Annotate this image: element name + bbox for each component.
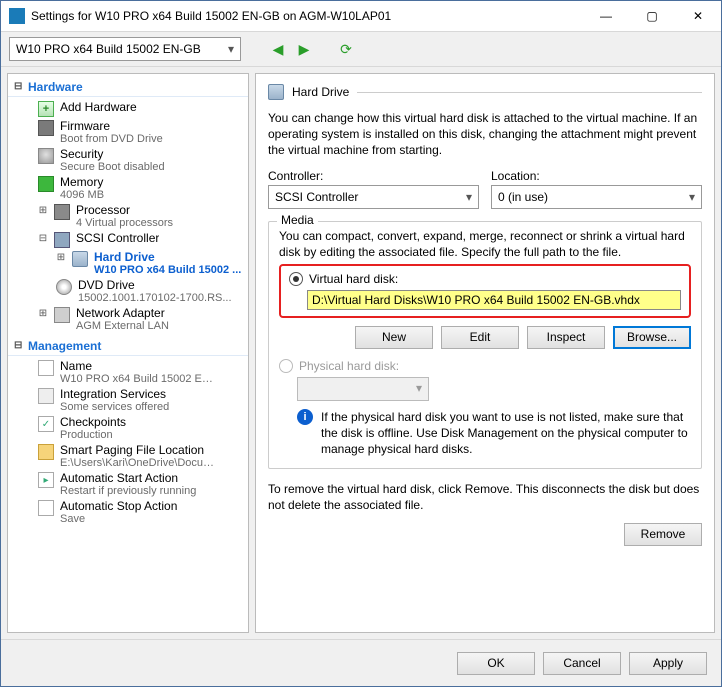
tree-hard-drive[interactable]: ⊞ Hard Drive W10 PRO x64 Build 15002 ... xyxy=(8,249,248,277)
settings-window: Settings for W10 PRO x64 Build 15002 EN-… xyxy=(0,0,722,687)
expand-icon[interactable]: ⊞ xyxy=(56,252,66,263)
toolbar: W10 PRO x64 Build 15002 EN-GB ◀ ▶ ⟳ xyxy=(1,32,721,67)
dialog-footer: OK Cancel Apply xyxy=(1,639,721,686)
next-button[interactable]: ▶ xyxy=(295,40,313,58)
vm-selector[interactable]: W10 PRO x64 Build 15002 EN-GB xyxy=(9,37,241,61)
physical-disk-select xyxy=(297,377,429,401)
tree-smart-paging[interactable]: Smart Paging File Location E:\Users\Kari… xyxy=(8,442,248,470)
autostop-icon xyxy=(38,500,54,516)
controller-select[interactable]: SCSI Controller xyxy=(268,185,479,209)
tree-dvd[interactable]: DVD Drive 15002.1001.170102-1700.RS... xyxy=(8,277,248,305)
vhd-radio-label: Virtual hard disk: xyxy=(309,272,398,286)
add-hardware-icon xyxy=(38,101,54,117)
divider xyxy=(357,92,702,93)
intro-text: You can change how this virtual hard dis… xyxy=(268,110,702,159)
name-icon xyxy=(38,360,54,376)
tree-firmware[interactable]: Firmware Boot from DVD Drive xyxy=(8,118,248,146)
tree-scsi[interactable]: ⊟ SCSI Controller xyxy=(8,230,248,249)
collapse-icon[interactable]: ⊟ xyxy=(14,340,22,351)
dvd-icon xyxy=(56,279,72,295)
edit-button[interactable]: Edit xyxy=(441,326,519,349)
refresh-button[interactable]: ⟳ xyxy=(337,40,355,58)
tree-integration[interactable]: Integration Services Some services offer… xyxy=(8,386,248,414)
security-icon xyxy=(38,148,54,164)
settings-tree[interactable]: ⊟ Hardware Add Hardware Firmware Boot fr… xyxy=(7,73,249,633)
physical-radio[interactable] xyxy=(279,359,293,373)
collapse-icon[interactable]: ⊟ xyxy=(14,81,22,92)
physical-radio-label: Physical hard disk: xyxy=(299,359,399,373)
cancel-button[interactable]: Cancel xyxy=(543,652,621,675)
media-description: You can compact, convert, expand, merge,… xyxy=(279,228,691,260)
expand-icon[interactable]: ⊞ xyxy=(38,205,48,216)
expand-icon[interactable]: ⊞ xyxy=(38,308,48,319)
autostart-icon xyxy=(38,472,54,488)
body: ⊟ Hardware Add Hardware Firmware Boot fr… xyxy=(1,67,721,639)
tree-memory[interactable]: Memory 4096 MB xyxy=(8,174,248,202)
tree-processor[interactable]: ⊞ Processor 4 Virtual processors xyxy=(8,202,248,230)
vm-selector-value: W10 PRO x64 Build 15002 EN-GB xyxy=(16,42,201,56)
remove-description: To remove the virtual hard disk, click R… xyxy=(268,481,702,513)
processor-icon xyxy=(54,204,70,220)
tree-auto-start[interactable]: Automatic Start Action Restart if previo… xyxy=(8,470,248,498)
folder-icon xyxy=(38,444,54,460)
physical-info-text: If the physical hard disk you want to us… xyxy=(321,409,691,458)
new-button[interactable]: New xyxy=(355,326,433,349)
hard-drive-icon xyxy=(268,84,284,100)
scsi-icon xyxy=(54,232,70,248)
checkpoints-icon xyxy=(38,416,54,432)
highlight-annotation: Virtual hard disk: D:\Virtual Hard Disks… xyxy=(279,264,691,318)
detail-panel: Hard Drive You can change how this virtu… xyxy=(255,73,715,633)
tree-auto-stop[interactable]: Automatic Stop Action Save xyxy=(8,498,248,526)
browse-button[interactable]: Browse... xyxy=(613,326,691,349)
media-legend: Media xyxy=(277,213,318,227)
management-section-header[interactable]: ⊟ Management xyxy=(8,337,248,356)
tree-network[interactable]: ⊞ Network Adapter AGM External LAN xyxy=(8,305,248,333)
controller-label: Controller: xyxy=(268,169,479,183)
collapse-icon[interactable]: ⊟ xyxy=(38,233,48,244)
memory-icon xyxy=(38,176,54,192)
inspect-button[interactable]: Inspect xyxy=(527,326,605,349)
panel-title: Hard Drive xyxy=(292,85,349,99)
firmware-icon xyxy=(38,120,54,136)
app-icon xyxy=(9,8,25,24)
titlebar: Settings for W10 PRO x64 Build 15002 EN-… xyxy=(1,1,721,32)
network-icon xyxy=(54,307,70,323)
prev-button[interactable]: ◀ xyxy=(269,40,287,58)
remove-button[interactable]: Remove xyxy=(624,523,702,546)
tree-security[interactable]: Security Secure Boot disabled xyxy=(8,146,248,174)
location-label: Location: xyxy=(491,169,702,183)
ok-button[interactable]: OK xyxy=(457,652,535,675)
tree-checkpoints[interactable]: Checkpoints Production xyxy=(8,414,248,442)
vhd-path-input[interactable]: D:\Virtual Hard Disks\W10 PRO x64 Build … xyxy=(307,290,681,310)
vhd-radio[interactable] xyxy=(289,272,303,286)
window-title: Settings for W10 PRO x64 Build 15002 EN-… xyxy=(31,9,583,23)
apply-button[interactable]: Apply xyxy=(629,652,707,675)
minimize-button[interactable]: — xyxy=(583,1,629,31)
location-select[interactable]: 0 (in use) xyxy=(491,185,702,209)
maximize-button[interactable]: ▢ xyxy=(629,1,675,31)
tree-name[interactable]: Name W10 PRO x64 Build 15002 EN-GB xyxy=(8,358,248,386)
integration-icon xyxy=(38,388,54,404)
info-icon: i xyxy=(297,409,313,425)
tree-add-hardware[interactable]: Add Hardware xyxy=(8,99,248,118)
hard-drive-icon xyxy=(72,251,88,267)
media-group: Media You can compact, convert, expand, … xyxy=(268,221,702,469)
close-button[interactable]: ✕ xyxy=(675,1,721,31)
hardware-section-header[interactable]: ⊟ Hardware xyxy=(8,78,248,97)
